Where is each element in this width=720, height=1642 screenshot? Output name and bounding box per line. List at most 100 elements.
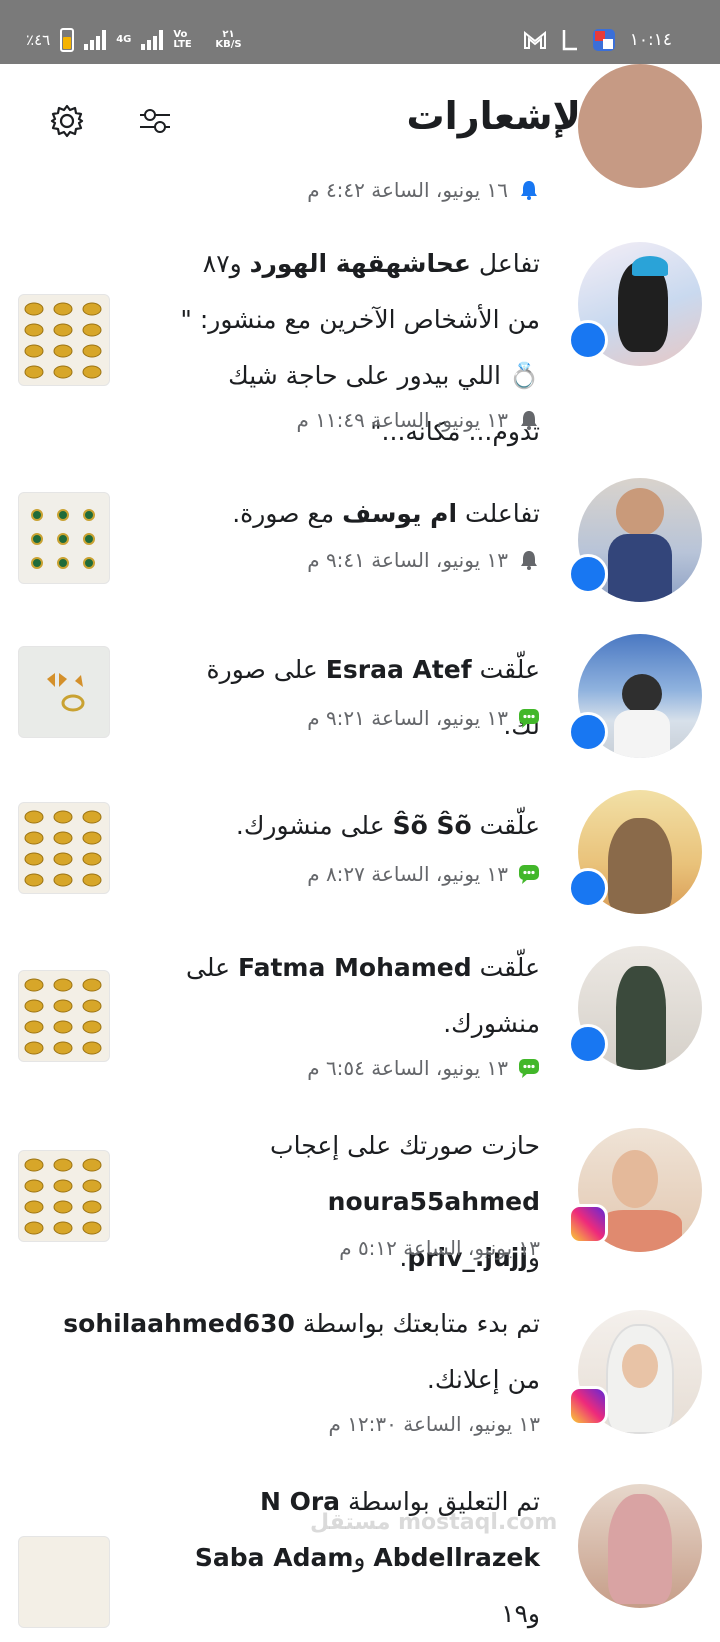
notification-meta: ١٣ يونيو، الساعة ٦:٥٤ م (307, 1056, 540, 1080)
facebook-icon (568, 868, 608, 908)
app-l-icon (562, 30, 577, 51)
avatar (578, 64, 702, 188)
avatar (578, 1484, 702, 1608)
speed-unit: KB/S (215, 39, 242, 50)
gear-icon[interactable] (50, 104, 84, 138)
signal-icon-2 (141, 30, 164, 50)
status-left: ٪٤٦ 4G Vo LTE ٢١ KB/S (26, 28, 242, 52)
bell-icon (521, 411, 537, 430)
avatar-shirt (608, 534, 672, 602)
notification-meta: ١٣ يونيو، الساعة ١١:٤٩ م (296, 408, 540, 432)
notification-meta: ١٣ يونيو، الساعة ٥:١٢ م (339, 1236, 540, 1260)
facebook-icon (568, 554, 608, 594)
watermark: مستقل mostaql.com (310, 1510, 558, 1535)
facebook-icon (568, 1024, 608, 1064)
notification-text: تم التعليق بواسطة N Ora Abdellrazek وSab… (180, 1474, 540, 1642)
actor-name: Saba Adam (194, 1543, 354, 1572)
notification-item[interactable]: علّقت Fatma Mohamed على منشورك. ١٣ يونيو… (0, 946, 720, 1106)
avatar-shirt (614, 710, 670, 758)
notification-meta: ١٣ يونيو، الساعة ٩:٤١ م (307, 548, 540, 572)
timestamp: ١٣ يونيو، الساعة ١١:٤٩ م (296, 408, 508, 432)
notification-item[interactable]: تفاعلت ام يوسف مع صورة. ١٣ يونيو، الساعة… (0, 478, 720, 608)
notification-text: علّقت Fatma Mohamed على منشورك. (180, 940, 540, 1052)
network-type: 4G (116, 34, 132, 45)
timestamp: ١٣ يونيو، الساعة ٥:١٢ م (339, 1236, 540, 1260)
notification-item[interactable]: ١٦ يونيو، الساعة ٤:٤٢ م (0, 64, 720, 214)
avatar-shirt (598, 1210, 682, 1252)
actor-name: sohilaahmed630 (63, 1309, 295, 1338)
post-thumbnail (18, 1150, 110, 1242)
notification-meta: ١٦ يونيو، الساعة ٤:٤٢ م (307, 178, 540, 202)
notification-text: علّقت Esraa Atef على صورة لك. (180, 642, 540, 754)
rings-image (31, 509, 95, 569)
battery-percent: ٪٤٦ (26, 31, 51, 49)
actor-name: ام يوسف (342, 499, 458, 528)
rings-image (24, 1158, 102, 1235)
facebook-icon (568, 712, 608, 752)
avatar-cap (632, 256, 668, 276)
notification-meta: ١٣ يونيو، الساعة ٨:٢٧ م (307, 862, 540, 886)
bell-icon (521, 551, 537, 570)
notification-item[interactable]: تم التعليق بواسطة N Ora Abdellrazek وSab… (0, 1484, 720, 1628)
notification-text: تفاعلت ام يوسف مع صورة. (180, 486, 540, 542)
post-thumbnail (18, 646, 110, 738)
avatar-figure (616, 966, 666, 1070)
instagram-icon (568, 1204, 608, 1244)
post-thumbnail (18, 294, 110, 386)
text-part: علّقت (471, 811, 540, 840)
status-right: ١٠:١٤ (523, 28, 672, 52)
butterfly-ring-image (47, 673, 85, 712)
timestamp: ١٣ يونيو، الساعة ١٢:٣٠ م (328, 1412, 540, 1436)
sliders-icon[interactable] (138, 106, 172, 136)
timestamp: ١٦ يونيو، الساعة ٤:٤٢ م (307, 178, 508, 202)
actor-name: Fatma Mohamed (237, 953, 472, 982)
notification-item[interactable]: تم بدء متابعتك بواسطة sohilaahmed630 من … (0, 1309, 720, 1470)
timestamp: ١٣ يونيو، الساعة ٩:٢١ م (307, 706, 508, 730)
timestamp: ١٣ يونيو، الساعة ٩:٤١ م (307, 548, 508, 572)
rings-image (24, 810, 102, 887)
notification-item[interactable]: علّقت Ŝõ Ŝõ على منشورك. ١٣ يونيو، الساعة… (0, 790, 720, 920)
actor-name: Abdellrazek (373, 1543, 540, 1572)
text-part: و١٩ (501, 1599, 540, 1628)
text-part: على منشورك. (235, 811, 393, 840)
notification-meta: ١٣ يونيو، الساعة ١٢:٣٠ م (328, 1412, 540, 1436)
actor-name: Esraa Atef (325, 655, 472, 684)
avatar-face (622, 1344, 658, 1388)
text-part: و (353, 1543, 374, 1572)
volte-label: Vo LTE (173, 29, 192, 50)
text-part: حازت صورتك على إعجاب (270, 1131, 540, 1160)
bell-icon (521, 181, 537, 200)
post-thumbnail (18, 1536, 110, 1628)
text-part: من إعلانك. (426, 1365, 540, 1394)
rings-image (24, 978, 102, 1055)
notification-text: حازت صورتك على إعجاب noura55ahmed وpriv_… (180, 1118, 540, 1286)
avatar-hijab (608, 1494, 672, 1604)
post-thumbnail (18, 970, 110, 1062)
notification-item[interactable]: علّقت Esraa Atef على صورة لك. ١٣ يونيو، … (0, 634, 720, 764)
avatar-figure (608, 818, 672, 914)
notification-item[interactable]: تفاعل عحاشهقهة الهورد و٨٧ من الأشخاص الآ… (0, 236, 720, 456)
facebook-icon (568, 320, 608, 360)
clock: ١٠:١٤ (629, 30, 672, 50)
gmail-icon (523, 31, 546, 49)
app-badge-icon (592, 29, 615, 51)
text-part: تفاعل (470, 249, 540, 278)
post-thumbnail (18, 492, 110, 584)
text-part: تفاعلت (457, 499, 540, 528)
post-thumbnail (18, 802, 110, 894)
text-part: تم بدء متابعتك بواسطة (294, 1309, 540, 1338)
text-part: علّقت (471, 953, 540, 982)
actor-name: Ŝõ Ŝõ (392, 811, 472, 840)
notification-meta: ١٣ يونيو، الساعة ٩:٢١ م (307, 706, 540, 730)
instagram-icon (568, 1386, 608, 1426)
comment-icon (519, 1059, 539, 1078)
comment-icon (519, 709, 539, 728)
timestamp: ١٣ يونيو، الساعة ٨:٢٧ م (307, 862, 508, 886)
notification-text: علّقت Ŝõ Ŝõ على منشورك. (180, 798, 540, 854)
battery-icon (60, 28, 75, 52)
rings-image (24, 302, 102, 379)
notification-item[interactable]: حازت صورتك على إعجاب noura55ahmed وpriv_… (0, 1128, 720, 1288)
avatar-person (616, 488, 664, 536)
text-part: علّقت (471, 655, 540, 684)
timestamp: ١٣ يونيو، الساعة ٦:٥٤ م (307, 1056, 508, 1080)
